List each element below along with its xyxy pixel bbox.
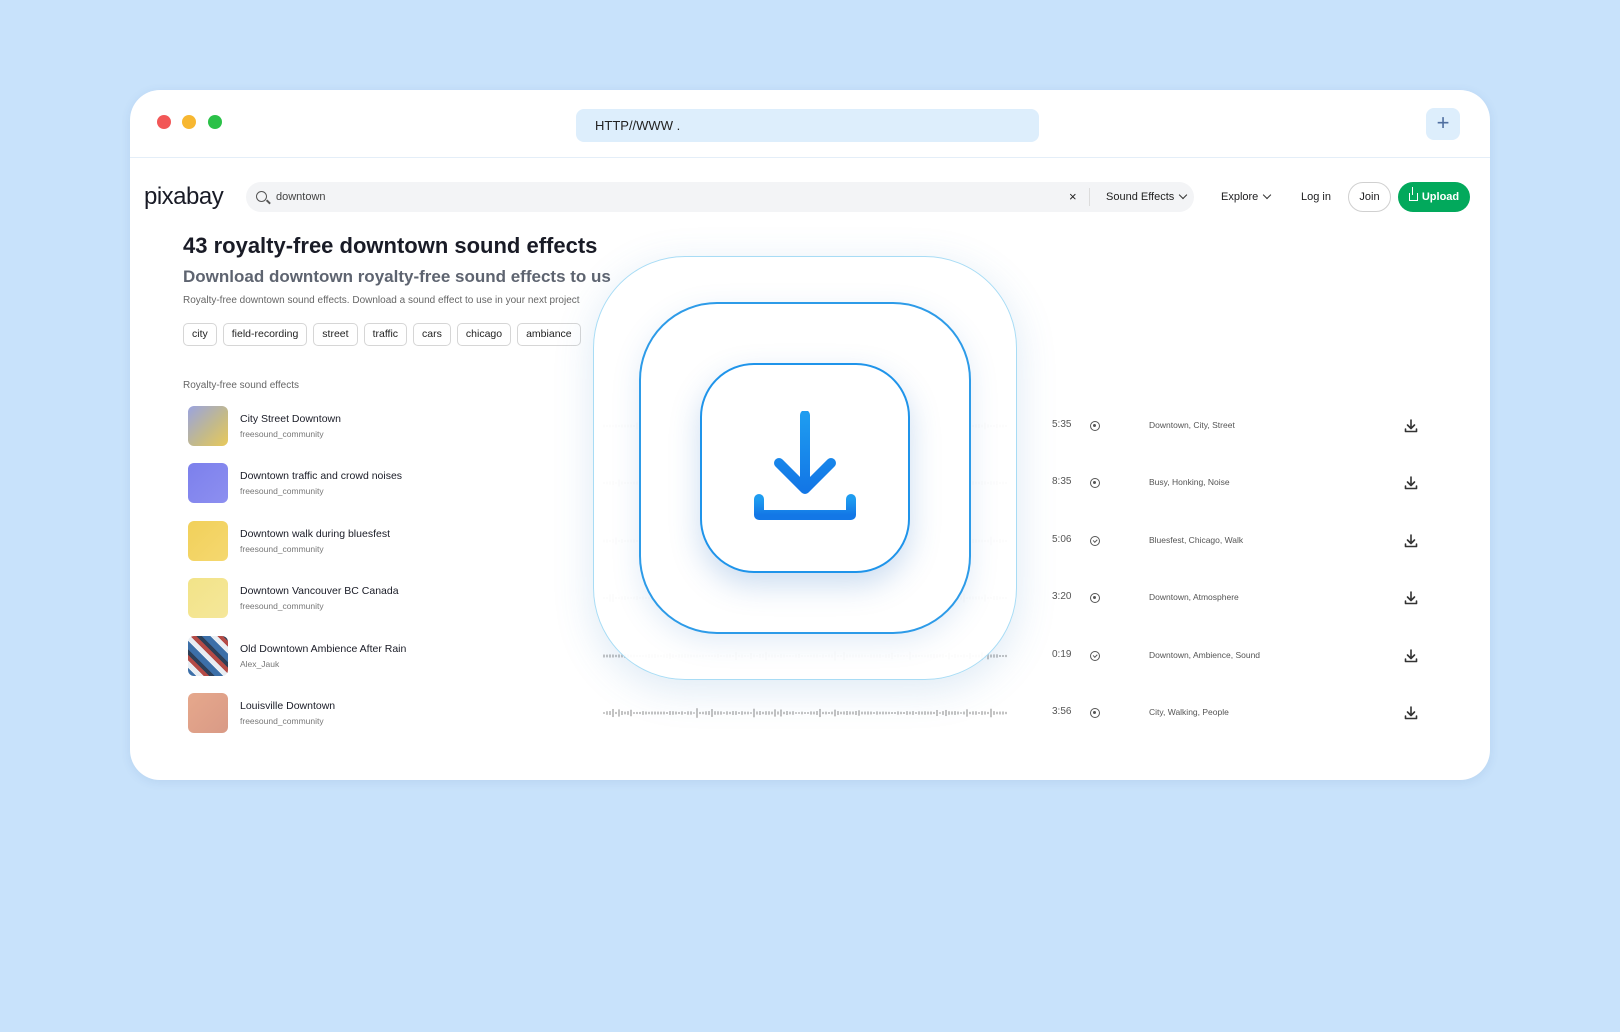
search-divider: [1089, 188, 1090, 206]
maximize-window-button[interactable]: [208, 115, 222, 129]
track-tags: Downtown, City, Street: [1149, 420, 1235, 430]
track-title[interactable]: Louisville Downtown: [240, 700, 335, 712]
track-thumbnail[interactable]: [188, 406, 228, 446]
download-icon[interactable]: [1404, 419, 1418, 433]
status-icon: [1090, 593, 1100, 603]
tag-chip[interactable]: field-recording: [222, 323, 308, 346]
section-label: Royalty-free sound effects: [183, 380, 299, 391]
address-bar[interactable]: HTTP//WWW .: [576, 109, 1039, 142]
status-icon: [1090, 651, 1100, 661]
minimize-window-button[interactable]: [182, 115, 196, 129]
browser-chrome: HTTP//WWW . +: [130, 90, 1490, 158]
track-tags: Busy, Honking, Noise: [1149, 477, 1230, 487]
new-tab-button[interactable]: +: [1426, 108, 1460, 140]
download-icon[interactable]: [1404, 534, 1418, 548]
track-author[interactable]: freesound_community: [240, 601, 324, 611]
download-icon[interactable]: [1404, 476, 1418, 490]
track-thumbnail[interactable]: [188, 693, 228, 733]
download-illustration: [593, 256, 1017, 680]
track-title[interactable]: City Street Downtown: [240, 413, 341, 425]
track-tags: Bluesfest, Chicago, Walk: [1149, 535, 1244, 545]
status-icon: [1090, 421, 1100, 431]
tag-chip[interactable]: ambiance: [517, 323, 581, 346]
page-description: Royalty-free downtown sound effects. Dow…: [183, 295, 580, 306]
search-icon: [256, 191, 267, 202]
track-title[interactable]: Downtown traffic and crowd noises: [240, 470, 402, 482]
track-duration: 3:20: [1052, 591, 1072, 602]
track-thumbnail[interactable]: [188, 636, 228, 676]
download-icon[interactable]: [1404, 649, 1418, 663]
search-input[interactable]: [276, 182, 1036, 212]
tag-chip[interactable]: traffic: [363, 323, 408, 346]
track-tags: Downtown, Atmosphere: [1149, 592, 1239, 602]
upload-icon: [1408, 187, 1418, 201]
track-row[interactable]: Louisville Downtown freesound_community …: [130, 693, 1490, 733]
track-title[interactable]: Old Downtown Ambience After Rain: [240, 643, 406, 655]
track-author[interactable]: Alex_Jauk: [240, 659, 279, 669]
chevron-down-icon: [1179, 190, 1188, 200]
download-icon[interactable]: [1404, 706, 1418, 720]
waveform[interactable]: [603, 707, 1007, 719]
media-type-select[interactable]: Sound Effects: [1106, 182, 1188, 212]
tag-chip[interactable]: city: [183, 323, 217, 346]
status-icon: [1090, 478, 1100, 488]
join-button[interactable]: Join: [1348, 182, 1391, 212]
track-thumbnail[interactable]: [188, 521, 228, 561]
close-window-button[interactable]: [157, 115, 171, 129]
status-icon: [1090, 536, 1100, 546]
download-icon[interactable]: [1404, 591, 1418, 605]
track-author[interactable]: freesound_community: [240, 429, 324, 439]
page-subtitle: Download downtown royalty-free sound eff…: [183, 267, 611, 286]
related-tags: city field-recording street traffic cars…: [183, 323, 581, 346]
clear-search-icon[interactable]: ×: [1069, 182, 1077, 212]
chevron-down-icon: [1263, 190, 1272, 200]
track-author[interactable]: freesound_community: [240, 716, 324, 726]
pixabay-logo[interactable]: pixabay: [144, 182, 224, 212]
search-bar: × Sound Effects: [246, 182, 1194, 212]
track-title[interactable]: Downtown Vancouver BC Canada: [240, 585, 399, 597]
track-thumbnail[interactable]: [188, 463, 228, 503]
track-duration: 5:35: [1052, 419, 1072, 430]
track-author[interactable]: freesound_community: [240, 486, 324, 496]
track-title[interactable]: Downtown walk during bluesfest: [240, 528, 390, 540]
track-tags: Downtown, Ambience, Sound: [1149, 650, 1261, 660]
site-header: pixabay × Sound Effects Explore Log in J…: [130, 182, 1490, 212]
track-tags: City, Walking, People: [1149, 707, 1229, 717]
tag-chip[interactable]: chicago: [456, 323, 512, 346]
upload-button[interactable]: Upload: [1398, 182, 1470, 212]
tag-chip[interactable]: cars: [413, 323, 451, 346]
track-duration: 8:35: [1052, 476, 1072, 487]
page-title: 43 royalty-free downtown sound effects: [183, 233, 598, 258]
track-duration: 5:06: [1052, 534, 1072, 545]
status-icon: [1090, 708, 1100, 718]
explore-menu[interactable]: Explore: [1221, 182, 1272, 212]
track-duration: 3:56: [1052, 706, 1072, 717]
download-icon: [754, 411, 856, 520]
track-duration: 0:19: [1052, 649, 1072, 660]
tag-chip[interactable]: street: [313, 323, 358, 346]
login-link[interactable]: Log in: [1301, 182, 1331, 212]
track-author[interactable]: freesound_community: [240, 544, 324, 554]
track-thumbnail[interactable]: [188, 578, 228, 618]
